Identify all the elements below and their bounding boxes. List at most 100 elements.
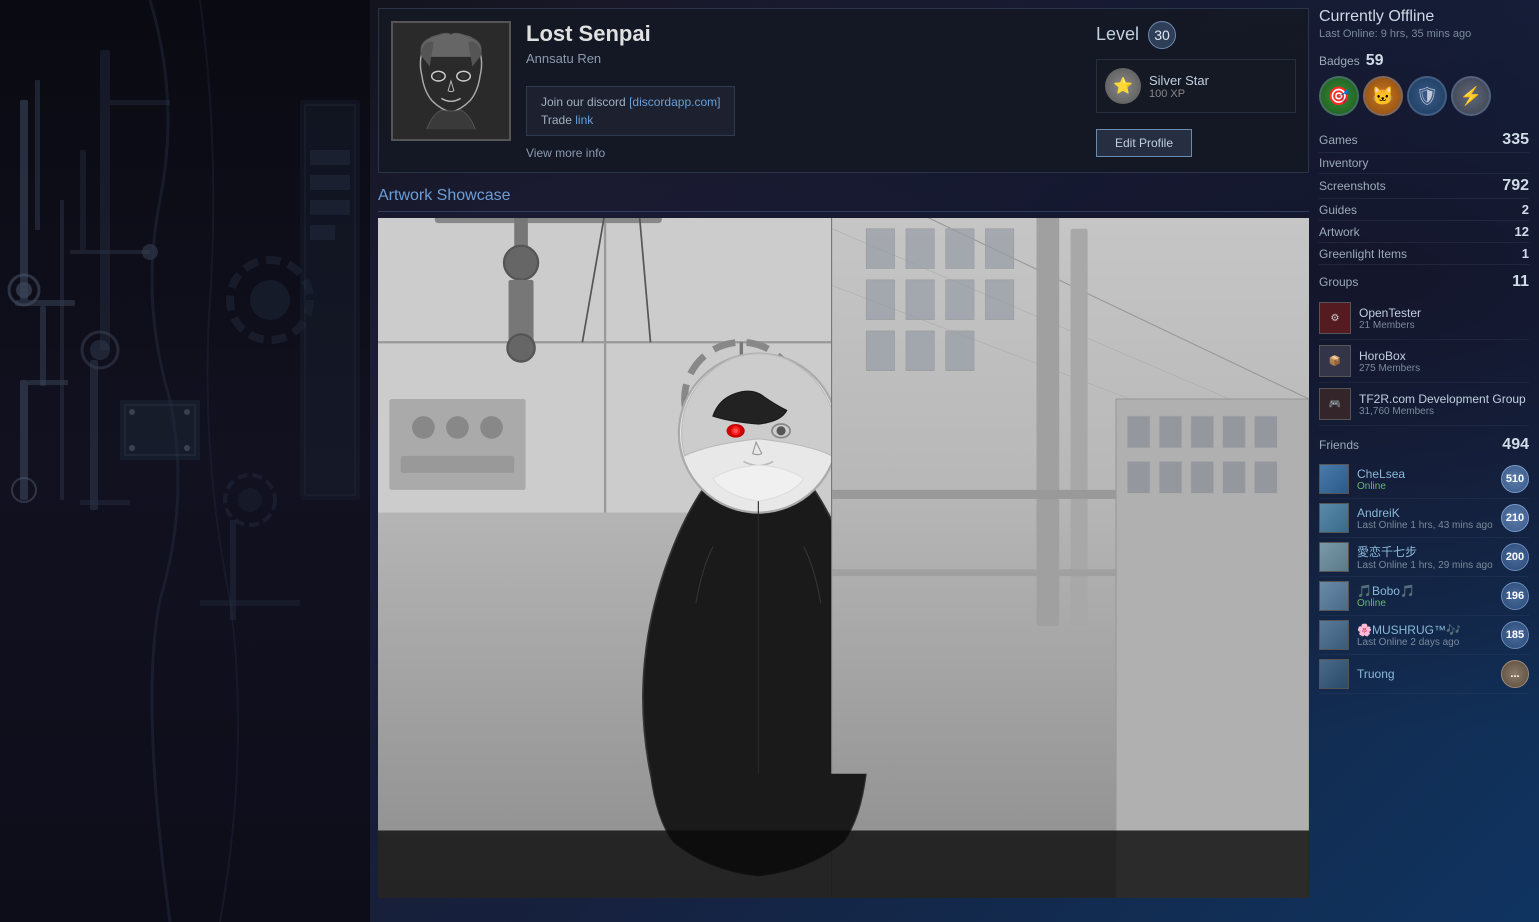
badges-label: Badges: [1319, 54, 1360, 68]
friend-item-chelsea[interactable]: CheLsea Online 510: [1319, 460, 1529, 499]
friend-status: Online: [1357, 481, 1493, 492]
friend-item-mushrug[interactable]: 🌸MUSHRUG™🎶 Last Online 2 days ago 185: [1319, 616, 1529, 655]
games-count: 335: [1502, 131, 1529, 149]
friend-info-chelsea: CheLsea Online: [1357, 467, 1493, 492]
friend-level-andreik: 210: [1501, 504, 1529, 532]
friend-name: 愛恋千七步: [1357, 543, 1493, 560]
friend-info-andreik: AndreiK Last Online 1 hrs, 43 mins ago: [1357, 506, 1493, 531]
artwork-title: Artwork Showcase: [378, 181, 1309, 212]
badge-icon-1[interactable]: 🎯: [1319, 76, 1359, 116]
friend-info-love: 愛恋千七步 Last Online 1 hrs, 29 mins ago: [1357, 543, 1493, 571]
badges-section: Badges 59 🎯 🐱 🛡 ⚡: [1319, 52, 1529, 116]
friend-level-bobo: 196: [1501, 582, 1529, 610]
left-background: [0, 0, 370, 922]
friends-section: Friends 494 CheLsea Online 510 AndreiK L…: [1319, 436, 1529, 694]
silver-star-icon: ⭐: [1105, 68, 1141, 104]
friends-label: Friends: [1319, 438, 1359, 452]
level-badge-row: ⭐ Silver Star 100 XP: [1096, 59, 1296, 113]
screenshots-label: Screenshots: [1319, 179, 1386, 193]
avatar-svg: [393, 21, 509, 141]
friends-count: 494: [1502, 436, 1529, 454]
friend-item-bobo[interactable]: 🎵Bobo🎵 Online 196: [1319, 577, 1529, 616]
badges-count: 59: [1366, 52, 1384, 70]
friend-level-chelsea: 510: [1501, 465, 1529, 493]
friend-name: AndreiK: [1357, 506, 1493, 520]
group-item-horobox[interactable]: 📦 HoroBox 275 Members: [1319, 340, 1529, 383]
friend-item-truong[interactable]: Truong ...: [1319, 655, 1529, 694]
friend-name: Truong: [1357, 667, 1493, 681]
friend-item-andreik[interactable]: AndreiK Last Online 1 hrs, 43 mins ago 2…: [1319, 499, 1529, 538]
friend-level-mushrug: 185: [1501, 621, 1529, 649]
friend-status: Last Online 2 days ago: [1357, 637, 1493, 648]
badge-xp: 100 XP: [1149, 88, 1209, 100]
friend-avatar-chelsea: [1319, 464, 1349, 494]
friend-avatar-love: [1319, 542, 1349, 572]
view-more-link[interactable]: View more info: [526, 146, 1081, 160]
badge-info: Silver Star 100 XP: [1149, 73, 1209, 100]
group-name: TF2R.com Development Group: [1359, 392, 1526, 406]
friend-status: Last Online 1 hrs, 43 mins ago: [1357, 520, 1493, 531]
badges-icons-row: 🎯 🐱 🛡 ⚡: [1319, 76, 1529, 116]
groups-section: Groups 11 ⚙ OpenTester 21 Members 📦 Horo…: [1319, 273, 1529, 426]
badges-header: Badges 59: [1319, 52, 1529, 70]
friend-avatar-truong: [1319, 659, 1349, 689]
friend-name: 🌸MUSHRUG™🎶: [1357, 623, 1493, 637]
artwork-image: KEN LI€S FAKE: [378, 218, 1309, 898]
friend-name: 🎵Bobo🎵: [1357, 584, 1493, 598]
artwork-section: Artwork Showcase: [378, 181, 1309, 898]
group-members: 275 Members: [1359, 363, 1420, 374]
badge-name: Silver Star: [1149, 73, 1209, 88]
screenshots-count: 792: [1502, 177, 1529, 195]
right-sidebar: Currently Offline Last Online: 9 hrs, 35…: [1319, 0, 1539, 922]
profile-header: Lost Senpai Annsatu Ren Join our discord…: [378, 8, 1309, 173]
main-content: Lost Senpai Annsatu Ren Join our discord…: [0, 0, 1539, 922]
status-last-online: Last Online: 9 hrs, 35 mins ago: [1319, 28, 1529, 40]
friend-avatar-andreik: [1319, 503, 1349, 533]
artwork-stat: Artwork 12: [1319, 221, 1529, 243]
center-panel: Lost Senpai Annsatu Ren Join our discord…: [370, 0, 1319, 922]
avatar-image: [393, 23, 509, 139]
group-members: 31,760 Members: [1359, 406, 1526, 417]
group-avatar-opentester: ⚙: [1319, 302, 1351, 334]
guides-stat: Guides 2: [1319, 199, 1529, 221]
badge-icon-2[interactable]: 🐱: [1363, 76, 1403, 116]
group-item-tf2r[interactable]: 🎮 TF2R.com Development Group 31,760 Memb…: [1319, 383, 1529, 426]
group-avatar-horobox: 📦: [1319, 345, 1351, 377]
real-name: Annsatu Ren: [526, 51, 1081, 66]
friend-item-love[interactable]: 愛恋千七步 Last Online 1 hrs, 29 mins ago 200: [1319, 538, 1529, 577]
inventory-label: Inventory: [1319, 156, 1368, 170]
games-stat: Games 335: [1319, 128, 1529, 153]
friend-avatar-bobo: [1319, 581, 1349, 611]
mech-decoration: [0, 0, 370, 922]
guides-label: Guides: [1319, 203, 1357, 217]
profile-info: Lost Senpai Annsatu Ren Join our discord…: [526, 21, 1081, 160]
friend-info-mushrug: 🌸MUSHRUG™🎶 Last Online 2 days ago: [1357, 623, 1493, 648]
group-info-tf2r: TF2R.com Development Group 31,760 Member…: [1359, 392, 1526, 417]
badge-icon-3[interactable]: 🛡: [1407, 76, 1447, 116]
discord-text: Join our discord [discordapp.com]: [541, 95, 720, 109]
group-avatar-tf2r: 🎮: [1319, 388, 1351, 420]
group-name: HoroBox: [1359, 349, 1420, 363]
groups-count: 11: [1512, 273, 1529, 291]
badge-icon-4[interactable]: ⚡: [1451, 76, 1491, 116]
artwork-svg: KEN LI€S FAKE: [378, 218, 1309, 898]
friend-level-love: 200: [1501, 543, 1529, 571]
friend-level-truong: ...: [1501, 660, 1529, 688]
status-title: Currently Offline: [1319, 8, 1529, 26]
level-panel: Level 30 ⭐ Silver Star 100 XP Edit Profi…: [1096, 21, 1296, 157]
friend-info-bobo: 🎵Bobo🎵 Online: [1357, 584, 1493, 609]
artwork-label: Artwork: [1319, 225, 1360, 239]
edit-profile-button[interactable]: Edit Profile: [1096, 129, 1192, 157]
status-section: Currently Offline Last Online: 9 hrs, 35…: [1319, 8, 1529, 40]
trade-link[interactable]: link: [575, 113, 593, 127]
inventory-stat: Inventory: [1319, 153, 1529, 174]
discord-label: Join our discord: [541, 95, 626, 109]
greenlight-label: Greenlight Items: [1319, 247, 1407, 261]
group-item-opentester[interactable]: ⚙ OpenTester 21 Members: [1319, 297, 1529, 340]
games-label: Games: [1319, 133, 1358, 147]
group-info-horobox: HoroBox 275 Members: [1359, 349, 1420, 374]
groups-header: Groups 11: [1319, 273, 1529, 291]
discord-link[interactable]: [discordapp.com]: [629, 95, 720, 109]
friends-header: Friends 494: [1319, 436, 1529, 454]
artwork-count: 12: [1515, 224, 1529, 239]
